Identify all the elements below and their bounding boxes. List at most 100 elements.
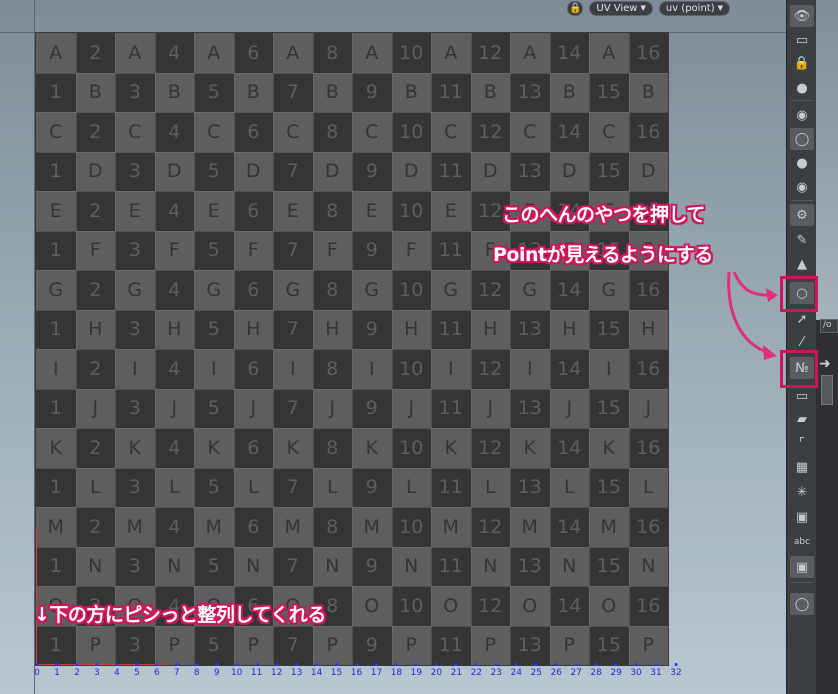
checker-cell: 13 <box>510 151 550 191</box>
checker-cell: I <box>352 349 392 389</box>
checker-cell: 11 <box>431 388 471 428</box>
scrollbar[interactable] <box>821 375 833 405</box>
stop-icon[interactable]: ▣ <box>790 506 814 528</box>
checker-cell: 9 <box>352 230 392 270</box>
light-bulb-icon[interactable]: ◯ <box>790 128 814 150</box>
vertex-icon[interactable]: ⌜ <box>790 432 814 454</box>
text-labels-button[interactable]: abc <box>790 531 814 553</box>
axis-tick-label: 29 <box>610 668 622 678</box>
checker-cell: K <box>273 428 313 468</box>
checker-cell: 13 <box>510 546 550 586</box>
checker-cell: 8 <box>312 507 352 547</box>
headlight-icon[interactable]: ● <box>790 152 814 174</box>
axis-tick-label: 22 <box>470 668 483 678</box>
uv-backface-icon[interactable]: ✳ <box>790 481 814 503</box>
checker-cell: 12 <box>470 270 510 310</box>
checker-cell: H <box>470 309 510 349</box>
checker-cell: A <box>115 33 155 73</box>
abc-label: abc <box>793 537 811 547</box>
axis-tick-dot <box>335 663 339 666</box>
checker-cell: L <box>312 467 352 507</box>
uv-view-dropdown[interactable]: UV View ▼ <box>589 0 653 16</box>
toolbar-separator <box>791 100 813 101</box>
uv-viewport[interactable]: A 2 A 4 A 6 A 8 A 10 A 12 A 14 A 16 1 B 3 B 5 B 7 B 9 B 11 B 13 B 15 B C… <box>0 0 786 694</box>
axis-tick-dot <box>654 663 658 666</box>
primitive-numbers-icon[interactable]: ▰ <box>790 408 814 430</box>
checker-cell: 2 <box>75 349 115 389</box>
checker-cell: 13 <box>510 625 550 665</box>
checker-cell: I <box>273 349 313 389</box>
checker-cell: L <box>628 467 668 507</box>
checker-cell: 9 <box>352 546 392 586</box>
uv-view-label: UV View <box>596 2 638 14</box>
checker-cell: 9 <box>352 625 392 665</box>
checker-cell: 3 <box>115 151 155 191</box>
axis-tick-dot <box>235 663 239 666</box>
checker-cell: 9 <box>352 388 392 428</box>
checker-cell: K <box>115 428 155 468</box>
wire-icon[interactable]: ✎ <box>790 229 814 251</box>
axis-tick-dot <box>195 663 199 666</box>
checker-cell: C <box>273 112 313 152</box>
axis-tick-dot <box>255 663 259 666</box>
checker-cell: G <box>352 270 392 310</box>
axis-tick-label: 7 <box>173 668 180 678</box>
checker-cell: 3 <box>115 467 155 507</box>
back-arrow-icon[interactable]: ➜ <box>819 356 831 372</box>
checker-cell: J <box>391 388 431 428</box>
checker-cell: P <box>628 625 668 665</box>
light-target-icon[interactable]: ◉ <box>790 176 814 198</box>
checker-cell: 1 <box>36 309 76 349</box>
adjacent-pane-tab[interactable]: /o <box>820 319 838 333</box>
lock-camera-icon[interactable]: 🔒 <box>790 52 814 74</box>
axis-tick-label: 11 <box>250 668 263 678</box>
checker-cell: 14 <box>549 112 589 152</box>
shading-icon[interactable]: ◉ <box>790 104 814 126</box>
checker-cell: 3 <box>115 72 155 112</box>
checker-cell: 8 <box>312 33 352 73</box>
flat-shaded-icon[interactable]: ▲ <box>790 253 814 275</box>
axis-tick-label: 17 <box>370 668 383 678</box>
checker-cell: O <box>431 586 471 626</box>
template-geo-icon[interactable]: ▭ <box>790 29 814 51</box>
primitive-normals-icon[interactable]: ▭ <box>790 385 814 407</box>
axis-tick-label: 20 <box>430 668 443 678</box>
ghost-icon[interactable]: ● <box>790 77 814 99</box>
axis-tick-label: 30 <box>630 668 642 678</box>
camera-light-icon[interactable]: ◯ <box>790 593 814 615</box>
checker-cell: M <box>115 507 155 547</box>
background-image-icon[interactable]: ▣ <box>790 556 814 578</box>
checker-cell: M <box>431 507 471 547</box>
display-eye-icon[interactable]: 👁 <box>790 5 814 27</box>
checker-cell: E <box>115 191 155 231</box>
checker-cell: 13 <box>510 388 550 428</box>
checker-cell: 3 <box>115 309 155 349</box>
lock-icon[interactable]: 🔒 <box>567 0 584 16</box>
checker-cell: N <box>312 546 352 586</box>
toolbar-separator <box>791 200 813 201</box>
checker-cell: F <box>312 230 352 270</box>
axis-tick-dot <box>474 663 478 666</box>
checker-cell: 10 <box>391 507 431 547</box>
checker-cell: C <box>352 112 392 152</box>
hull-icon[interactable]: ▦ <box>790 456 814 478</box>
checker-cell: 7 <box>273 151 313 191</box>
checker-cell: 11 <box>431 546 471 586</box>
checker-cell: E <box>194 191 234 231</box>
checker-cell: 8 <box>312 349 352 389</box>
uv-mode-dropdown[interactable]: uv (point) ▼ <box>658 0 730 16</box>
checker-cell: 5 <box>194 151 234 191</box>
checker-cell: 14 <box>549 586 589 626</box>
axis-tick-dot <box>135 663 139 666</box>
checker-cell: 7 <box>273 230 313 270</box>
checker-cell: 15 <box>589 72 629 112</box>
checker-cell: 5 <box>194 546 234 586</box>
caret-down-icon: ▼ <box>717 4 723 12</box>
axis-tick-dot <box>295 663 299 666</box>
axis-tick-label: 27 <box>570 668 582 678</box>
checker-cell: 6 <box>233 33 273 73</box>
display-options-icon[interactable]: ⚙ <box>790 204 814 226</box>
axis-tick-dot <box>434 663 438 666</box>
axis-tick-dot <box>554 663 558 666</box>
axis-tick-label: 10 <box>230 668 243 678</box>
